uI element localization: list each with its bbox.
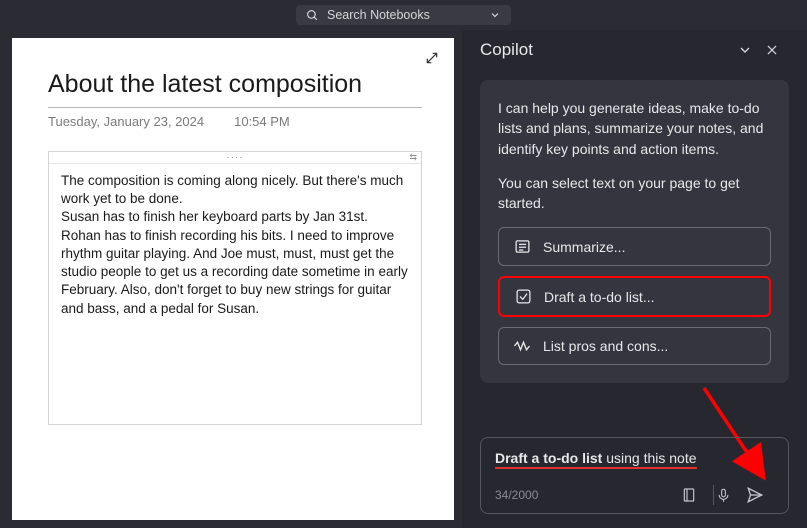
- pros-cons-label: List pros and cons...: [543, 338, 668, 354]
- close-icon[interactable]: [765, 43, 793, 57]
- pros-cons-button[interactable]: List pros and cons...: [498, 327, 771, 365]
- note-body-handle[interactable]: ···· ⇆: [49, 152, 421, 164]
- char-counter: 34/2000: [495, 488, 681, 502]
- copilot-input-footer: 34/2000: [495, 485, 776, 505]
- list-icon: [513, 238, 531, 255]
- copilot-input-text[interactable]: Draft a to-do list using this note: [495, 450, 776, 469]
- note-title[interactable]: About the latest composition: [48, 70, 422, 107]
- resize-handle-icon[interactable]: ⇆: [409, 152, 418, 163]
- note-pane: About the latest composition Tuesday, Ja…: [0, 30, 462, 528]
- top-bar: Search Notebooks: [0, 0, 807, 30]
- wave-icon: [513, 339, 531, 353]
- collapse-icon[interactable]: [737, 42, 765, 58]
- search-notebooks-box[interactable]: Search Notebooks: [296, 5, 511, 25]
- chevron-down-icon[interactable]: [489, 9, 501, 21]
- copilot-input-rest: using this note: [602, 450, 696, 466]
- copilot-input[interactable]: Draft a to-do list using this note 34/20…: [480, 437, 789, 514]
- note-body-container: ···· ⇆ The composition is coming along n…: [48, 151, 422, 425]
- drag-dots-icon: ····: [226, 152, 243, 163]
- copilot-actions: Summarize... Draft a to-do list... List …: [498, 227, 771, 365]
- search-placeholder: Search Notebooks: [327, 8, 481, 22]
- checkbox-icon: [514, 288, 532, 305]
- summarize-button[interactable]: Summarize...: [498, 227, 771, 266]
- search-icon: [306, 9, 319, 22]
- send-icon[interactable]: [746, 486, 776, 504]
- copilot-input-bold: Draft a to-do list: [495, 450, 602, 466]
- copilot-intro-card: I can help you generate ideas, make to-d…: [480, 80, 789, 383]
- note-body-text[interactable]: The composition is coming along nicely. …: [49, 164, 421, 424]
- summarize-label: Summarize...: [543, 239, 625, 255]
- copilot-title: Copilot: [480, 40, 737, 60]
- note-time: 10:54 PM: [234, 114, 290, 129]
- copilot-body: I can help you generate ideas, make to-d…: [462, 70, 807, 437]
- notebook-ref-icon[interactable]: [681, 487, 711, 503]
- title-divider: [48, 107, 422, 108]
- draft-todo-button[interactable]: Draft a to-do list...: [498, 276, 771, 317]
- copilot-pane: Copilot I can help you generate ideas, m…: [462, 30, 807, 528]
- note-date: Tuesday, January 23, 2024: [48, 114, 204, 129]
- note-card: About the latest composition Tuesday, Ja…: [12, 38, 454, 520]
- copilot-intro-1: I can help you generate ideas, make to-d…: [498, 98, 771, 159]
- expand-icon[interactable]: [424, 50, 440, 66]
- copilot-header: Copilot: [462, 30, 807, 70]
- mic-icon[interactable]: [716, 487, 746, 504]
- draft-todo-label: Draft a to-do list...: [544, 289, 654, 305]
- input-separator: [713, 485, 714, 505]
- copilot-intro-2: You can select text on your page to get …: [498, 173, 771, 214]
- note-meta: Tuesday, January 23, 2024 10:54 PM: [48, 114, 422, 129]
